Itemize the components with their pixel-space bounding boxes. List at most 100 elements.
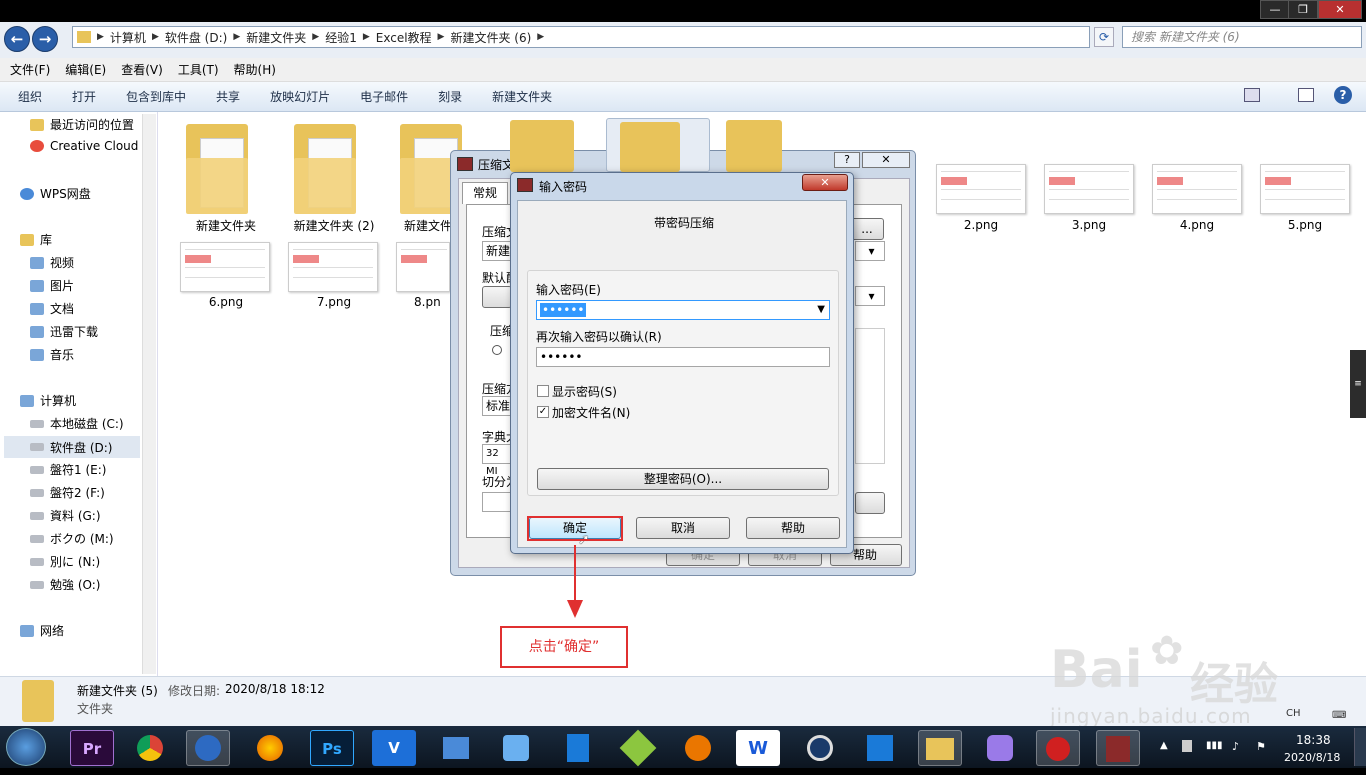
nav-drive-n[interactable]: 別に (N:) [30,553,100,570]
nav-documents[interactable]: 文档 [30,300,74,317]
profile-dropdown[interactable]: ▾ [855,286,885,306]
nav-drive-g[interactable]: 資料 (G:) [30,507,101,524]
menu-file[interactable]: 文件(F) [10,61,50,78]
folder-item[interactable] [186,124,248,214]
open-button[interactable]: 打开 [72,88,96,105]
nav-music[interactable]: 音乐 [30,346,74,363]
breadcrumb[interactable]: 计算机 [110,29,146,46]
nav-network[interactable]: 网络 [20,622,64,639]
include-in-library-button[interactable]: 包含到库中 [126,88,186,105]
blender-app[interactable] [676,730,720,766]
set-password-button[interactable] [855,492,885,514]
format-radio[interactable] [492,345,502,355]
folder-item[interactable] [726,120,782,172]
cloud-app[interactable] [978,730,1022,766]
chevron-down-icon[interactable]: ▼ [817,301,825,319]
menu-help[interactable]: 帮助(H) [234,61,276,78]
help-button[interactable]: 帮助 [746,517,840,539]
nav-drive-c[interactable]: 本地磁盘 (C:) [30,415,124,432]
share-button[interactable]: 共享 [216,88,240,105]
sogou-app[interactable] [186,730,230,766]
encrypt-filenames-checkbox[interactable]: ✓ [537,406,549,418]
nav-drive-f[interactable]: 盤符2 (F:) [30,484,105,501]
preview-pane-icon[interactable] [1298,88,1314,102]
tab-general[interactable]: 常规 [462,182,508,204]
dictionary-select[interactable]: 32 MI [482,444,512,477]
vc-app[interactable]: V [372,730,416,766]
archive-name-input[interactable]: 新建 [482,241,512,261]
nav-video[interactable]: 视频 [30,254,74,271]
maximize-button[interactable]: ❐ [1288,0,1318,19]
flag-icon[interactable]: ⚑ [1256,740,1266,753]
nav-computer[interactable]: 计算机 [20,392,76,409]
nav-recent[interactable]: 最近访问的位置 [30,116,134,133]
clock-time[interactable]: 18:38 [1296,733,1331,747]
view-icon[interactable] [1244,88,1260,102]
forward-button[interactable]: → [32,26,58,52]
confirm-password-input[interactable]: •••••• [536,347,830,367]
nav-creative-cloud[interactable]: Creative Cloud [30,139,138,153]
compression-method-select[interactable]: 标准 [482,396,512,416]
nav-thunder[interactable]: 迅雷下载 [30,323,98,340]
network-tool-app[interactable] [434,730,478,766]
image-thumbnail[interactable] [1152,164,1242,214]
premiere-app[interactable]: Pr [70,730,114,766]
minimize-button[interactable]: — [1260,0,1290,19]
slideshow-button[interactable]: 放映幻灯片 [270,88,330,105]
back-button[interactable]: ← [4,26,30,52]
cinema4d-app[interactable] [798,730,842,766]
search-input[interactable]: 搜索 新建文件夹 (6) [1122,26,1362,48]
menu-view[interactable]: 查看(V) [121,61,163,78]
image-thumbnail[interactable] [1260,164,1350,214]
profile-button[interactable] [482,286,512,308]
breadcrumb[interactable]: 软件盘 (D:) [165,29,227,46]
keyboard-icon[interactable]: ⌨ [1332,710,1346,721]
password-dialog-close-button[interactable]: ✕ [802,174,848,191]
firefox-app[interactable] [248,730,292,766]
folder-item[interactable] [510,120,574,172]
winrar-app[interactable] [1096,730,1140,766]
menu-tools[interactable]: 工具(T) [178,61,219,78]
help-icon[interactable]: ? [1334,86,1352,104]
start-button[interactable] [6,728,46,766]
new-folder-button[interactable]: 新建文件夹 [492,88,552,105]
tray-chevron-icon[interactable]: ▲ [1160,740,1168,751]
archive-dialog-close-button[interactable]: ✕ [862,152,910,168]
nav-scrollbar[interactable] [142,114,156,674]
image-thumbnail[interactable] [288,242,378,292]
browse-button[interactable]: ... [850,218,884,240]
tiles-app[interactable] [858,730,902,766]
image-thumbnail[interactable] [180,242,270,292]
address-bar[interactable]: ▶ 计算机 ▶ 软件盘 (D:) ▶ 新建文件夹 ▶ 经验1 ▶ Excel教程 ▶ 新建… [72,26,1090,48]
side-panel-tab[interactable]: ≡ [1350,350,1366,418]
record-app[interactable] [1036,730,1080,766]
email-button[interactable]: 电子邮件 [360,88,408,105]
wps-app[interactable]: W [736,730,780,766]
show-password-checkbox[interactable] [537,385,549,397]
nav-libraries[interactable]: 库 [20,231,52,248]
split-input[interactable] [482,492,512,512]
nav-drive-d[interactable]: 软件盘 (D:) [4,436,140,458]
cancel-button[interactable]: 取消 [636,517,730,539]
usb-icon[interactable] [1182,740,1192,752]
image-thumbnail[interactable] [1044,164,1134,214]
breadcrumb[interactable]: Excel教程 [376,29,432,46]
show-desktop-button[interactable] [1354,728,1366,766]
explorer-app[interactable] [918,730,962,766]
refresh-button[interactable]: ⟳ [1094,27,1114,47]
nav-drive-m[interactable]: ボクの (M:) [30,530,114,547]
breadcrumb[interactable]: 经验1 [325,29,357,46]
menu-edit[interactable]: 编辑(E) [65,61,106,78]
password-input[interactable]: •••••• ▼ [536,300,830,320]
nav-drive-o[interactable]: 勉強 (O:) [30,576,100,593]
close-button[interactable]: ✕ [1318,0,1362,19]
image-thumbnail[interactable] [936,164,1026,214]
signal-icon[interactable]: ▮▮▮ [1206,740,1223,751]
organize-passwords-button[interactable]: 整理密码(O)... [537,468,829,490]
organize-button[interactable]: 组织 [18,88,42,105]
breadcrumb[interactable]: 新建文件夹 [246,29,306,46]
nav-pictures[interactable]: 图片 [30,277,74,294]
nav-drive-e[interactable]: 盤符1 (E:) [30,461,106,478]
archive-dialog-help-button[interactable]: ? [834,152,860,168]
magnifier-app[interactable] [494,730,538,766]
